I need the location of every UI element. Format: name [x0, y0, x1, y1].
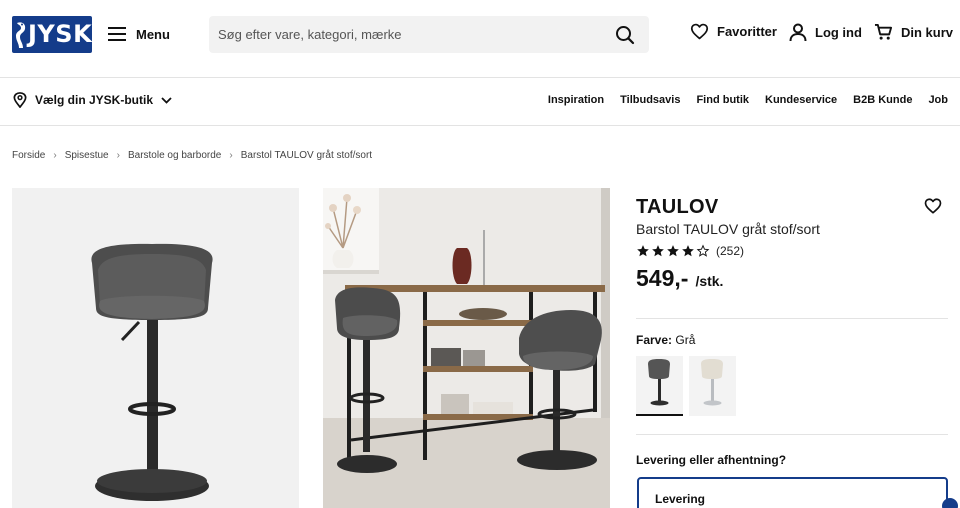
store-selector[interactable]: Vælg din JYSK-butik: [13, 92, 172, 108]
link-b2b-kunde[interactable]: B2B Kunde: [853, 94, 912, 106]
link-inspiration[interactable]: Inspiration: [548, 94, 604, 106]
color-swatch-gray[interactable]: [636, 356, 683, 416]
color-value: Grå: [675, 333, 696, 347]
add-to-favorites-heart-icon[interactable]: [924, 197, 942, 215]
cart-button[interactable]: Din kurv: [874, 23, 953, 41]
search-bar: [209, 16, 649, 53]
menu-label: Menu: [136, 26, 170, 42]
product-rating[interactable]: (252): [636, 244, 744, 258]
bird-logo-icon: [16, 22, 26, 48]
hamburger-icon: [108, 27, 126, 41]
price-value: 549,-: [636, 265, 689, 291]
cart-label: Din kurv: [901, 24, 954, 40]
delivery-option-label: Levering: [655, 492, 706, 506]
review-count: (252): [716, 244, 745, 258]
product-subtitle: Barstol TAULOV gråt stof/sort: [636, 221, 820, 237]
breadcrumb-separator-icon: ›: [116, 150, 120, 161]
gray-stool-thumbnail: [648, 359, 670, 406]
delivery-question: Levering eller afhentning?: [636, 453, 787, 467]
color-selection-label: Farve: Grå: [636, 333, 695, 347]
store-selector-label: Vælg din JYSK-butik: [35, 93, 154, 107]
divider: [636, 434, 948, 435]
link-find-butik[interactable]: Find butik: [696, 94, 749, 106]
link-kundeservice[interactable]: Kundeservice: [765, 94, 837, 106]
price-unit: /stk.: [695, 273, 724, 289]
star-filled-icon: [667, 245, 679, 257]
link-tilbudsavis[interactable]: Tilbudsavis: [620, 94, 680, 106]
star-filled-icon: [637, 245, 649, 257]
breadcrumb-spisestue[interactable]: Spisestue: [65, 150, 109, 161]
favorites-label: Favoritter: [717, 24, 777, 39]
breadcrumb-forside[interactable]: Forside: [12, 150, 45, 161]
site-header: JYSK Menu Favoritter Log ind: [0, 0, 960, 78]
location-pin-icon: [13, 92, 27, 108]
login-label: Log ind: [815, 25, 862, 40]
breadcrumb-separator-icon: ›: [53, 150, 57, 161]
favorites-button[interactable]: Favoritter: [690, 23, 777, 40]
chat-bubble-icon[interactable]: [942, 498, 958, 508]
product-image-lifestyle[interactable]: [323, 188, 610, 508]
link-job[interactable]: Job: [928, 94, 948, 106]
delivery-option[interactable]: Levering: [637, 477, 948, 508]
chevron-down-icon: [161, 96, 172, 104]
bar-stool-image: [91, 243, 213, 501]
breadcrumb-current[interactable]: Barstol TAULOV gråt stof/sort: [241, 150, 372, 161]
login-button[interactable]: Log ind: [789, 23, 862, 42]
heart-icon: [690, 23, 709, 40]
divider: [636, 318, 948, 319]
star-empty-icon: [696, 244, 710, 257]
star-filled-icon: [682, 245, 694, 257]
sub-navigation: Vælg din JYSK-butik Inspiration Tilbudsa…: [0, 78, 960, 126]
breadcrumb-barstole[interactable]: Barstole og barborde: [128, 150, 221, 161]
lifestyle-scene-image: [323, 188, 610, 508]
search-input[interactable]: [218, 16, 598, 53]
breadcrumb: Forside › Spisestue › Barstole og barbor…: [12, 150, 372, 161]
cart-icon: [874, 23, 893, 40]
user-icon: [789, 23, 807, 42]
logo-text: JYSK: [28, 20, 93, 48]
top-links: Inspiration Tilbudsavis Find butik Kunde…: [548, 94, 948, 106]
color-label: Farve:: [636, 333, 673, 347]
beige-stool-thumbnail: [701, 359, 723, 406]
product-price: 549,- /stk.: [636, 265, 723, 292]
menu-button[interactable]: Menu: [108, 22, 170, 46]
product-image-main[interactable]: [12, 188, 299, 508]
search-icon[interactable]: [615, 25, 635, 45]
jysk-logo[interactable]: JYSK: [12, 16, 92, 53]
color-swatch-beige[interactable]: [689, 356, 736, 416]
breadcrumb-separator-icon: ›: [229, 150, 233, 161]
star-filled-icon: [652, 245, 664, 257]
